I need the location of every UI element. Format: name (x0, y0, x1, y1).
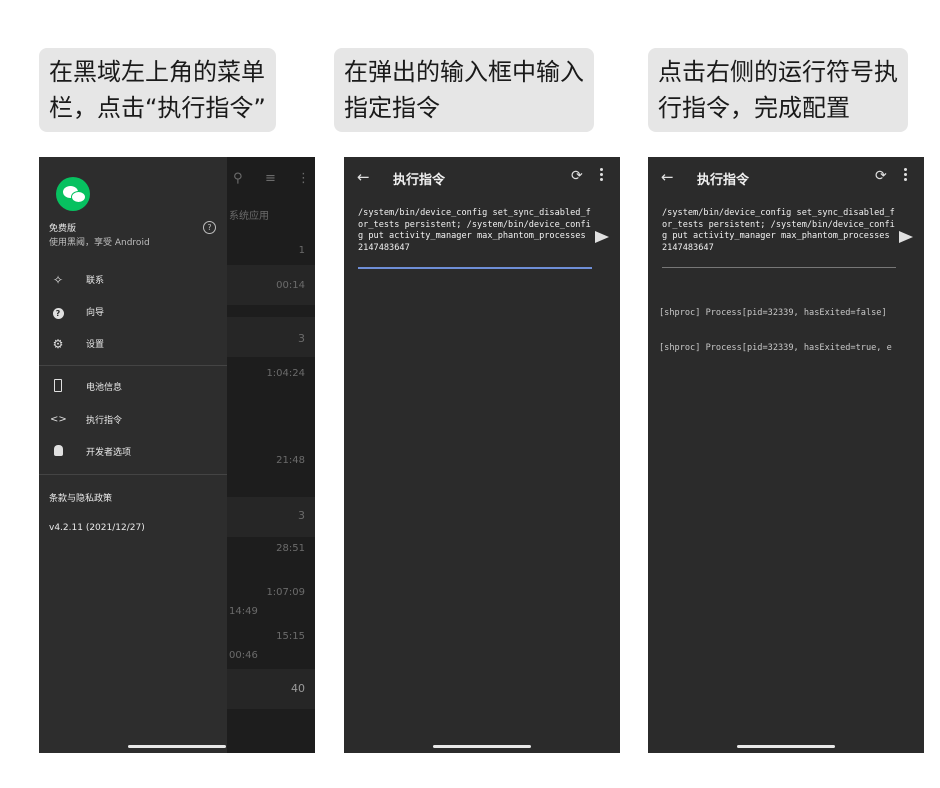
home-indicator[interactable] (128, 745, 226, 748)
list-item: 1 (298, 245, 305, 256)
list-item: 00:46 (229, 650, 258, 661)
menu-item-contact[interactable]: ✧ 联系 (39, 270, 227, 290)
history-icon[interactable]: ⟳ (571, 168, 583, 184)
phone-screen-executed: ← 执行指令 ⟳ /system/bin/device_config set_s… (648, 157, 924, 753)
battery-icon (50, 379, 66, 395)
list-item: 21:48 (276, 455, 305, 466)
help-icon[interactable]: ? (203, 221, 216, 234)
output-line: [shproc] Process[pid=32339, hasExited=fa… (659, 308, 887, 318)
menu-item-label: 设置 (86, 340, 105, 350)
back-arrow-icon[interactable]: ← (661, 168, 674, 186)
sort-icon: ≡ (265, 171, 276, 186)
edition-name: 免费版 (49, 224, 77, 234)
caption-line: 栏，点击“执行指令” (49, 94, 266, 122)
output-line: [shproc] Process[pid=32339, hasExited=tr… (659, 342, 892, 353)
input-underline (358, 267, 592, 269)
menu-item-guide[interactable]: ? 向导 (39, 302, 227, 322)
caption-step-3: 点击右侧的运行符号执 行指令，完成配置 (648, 48, 908, 132)
list-item: 14:49 (229, 606, 258, 617)
menu-item-battery-info[interactable]: 电池信息 (39, 377, 227, 397)
list-item: 28:51 (276, 543, 305, 554)
list-item: 1:07:09 (266, 587, 305, 598)
list-item: 00:14 (276, 280, 305, 291)
caption-line: 在黑域左上角的菜单 (49, 58, 265, 86)
more-icon: ⋮ (297, 171, 310, 186)
menu-item-label: 执行指令 (86, 416, 123, 426)
android-icon (50, 444, 66, 460)
more-vert-icon[interactable] (600, 168, 604, 183)
history-icon[interactable]: ⟳ (875, 168, 887, 184)
page-title: 执行指令 (393, 173, 446, 188)
caption-line: 行指令，完成配置 (658, 94, 850, 122)
list-item: 1:04:24 (266, 368, 305, 379)
more-vert-icon[interactable] (904, 168, 908, 183)
menu-item-execute-command[interactable]: <> 执行指令 (39, 410, 227, 430)
wechat-logo-icon (56, 177, 90, 211)
menu-item-label: 联系 (86, 276, 105, 286)
menu-item-label: 开发者选项 (86, 448, 132, 458)
command-input[interactable]: /system/bin/device_config set_sync_disab… (358, 208, 592, 266)
menu-divider (39, 365, 227, 366)
list-section-header: 系统应用 (229, 211, 269, 222)
terms-privacy-link[interactable]: 条款与隐私政策 (49, 491, 112, 504)
app-version: v4.2.11 (2021/12/27) (49, 523, 145, 533)
code-icon: <> (50, 414, 67, 425)
navigation-drawer: 免费版 使用黑阈，享受 Android ? ✧ 联系 ? 向导 ⚙ 设置 电池信… (39, 157, 227, 753)
menu-item-label: 向导 (86, 308, 105, 318)
search-icon: ⚲ (233, 171, 243, 186)
help-circle-icon: ? (50, 304, 66, 320)
contact-icon: ✧ (52, 273, 64, 287)
phone-screen-input: ← 执行指令 ⟳ /system/bin/device_config set_s… (344, 157, 620, 753)
phone-screen-drawer: ⚲ ≡ ⋮ 系统应用 1 00:14 3 1:04:24 21:48 3 28:… (39, 157, 315, 753)
page-title: 执行指令 (697, 173, 750, 188)
caption-line: 指定指令 (344, 94, 440, 122)
list-item: 40 (291, 682, 305, 695)
command-input[interactable]: /system/bin/device_config set_sync_disab… (662, 208, 896, 266)
menu-item-developer-options[interactable]: 开发者选项 (39, 442, 227, 462)
home-indicator[interactable] (433, 745, 531, 748)
menu-divider (39, 474, 227, 475)
list-item: 3 (298, 509, 305, 522)
input-underline (662, 267, 896, 268)
send-icon[interactable] (899, 231, 913, 243)
caption-line: 在弹出的输入框中输入 (344, 58, 584, 86)
edition-subtitle: 使用黑阈，享受 Android (49, 238, 150, 248)
command-output: [shproc] Process[pid=32339, hasExited=fa… (659, 285, 921, 377)
caption-line: 点击右侧的运行符号执 (658, 58, 898, 86)
caption-step-2: 在弹出的输入框中输入 指定指令 (334, 48, 594, 132)
send-icon[interactable] (595, 231, 609, 243)
caption-step-1: 在黑域左上角的菜单 栏，点击“执行指令” (39, 48, 276, 132)
gear-icon: ⚙ (52, 337, 64, 351)
list-item: 3 (298, 332, 305, 345)
list-item: 15:15 (276, 631, 305, 642)
menu-item-settings[interactable]: ⚙ 设置 (39, 334, 227, 354)
background-app-list: ⚲ ≡ ⋮ 系统应用 1 00:14 3 1:04:24 21:48 3 28:… (227, 157, 315, 753)
back-arrow-icon[interactable]: ← (357, 168, 370, 186)
menu-item-label: 电池信息 (86, 383, 123, 393)
home-indicator[interactable] (737, 745, 835, 748)
